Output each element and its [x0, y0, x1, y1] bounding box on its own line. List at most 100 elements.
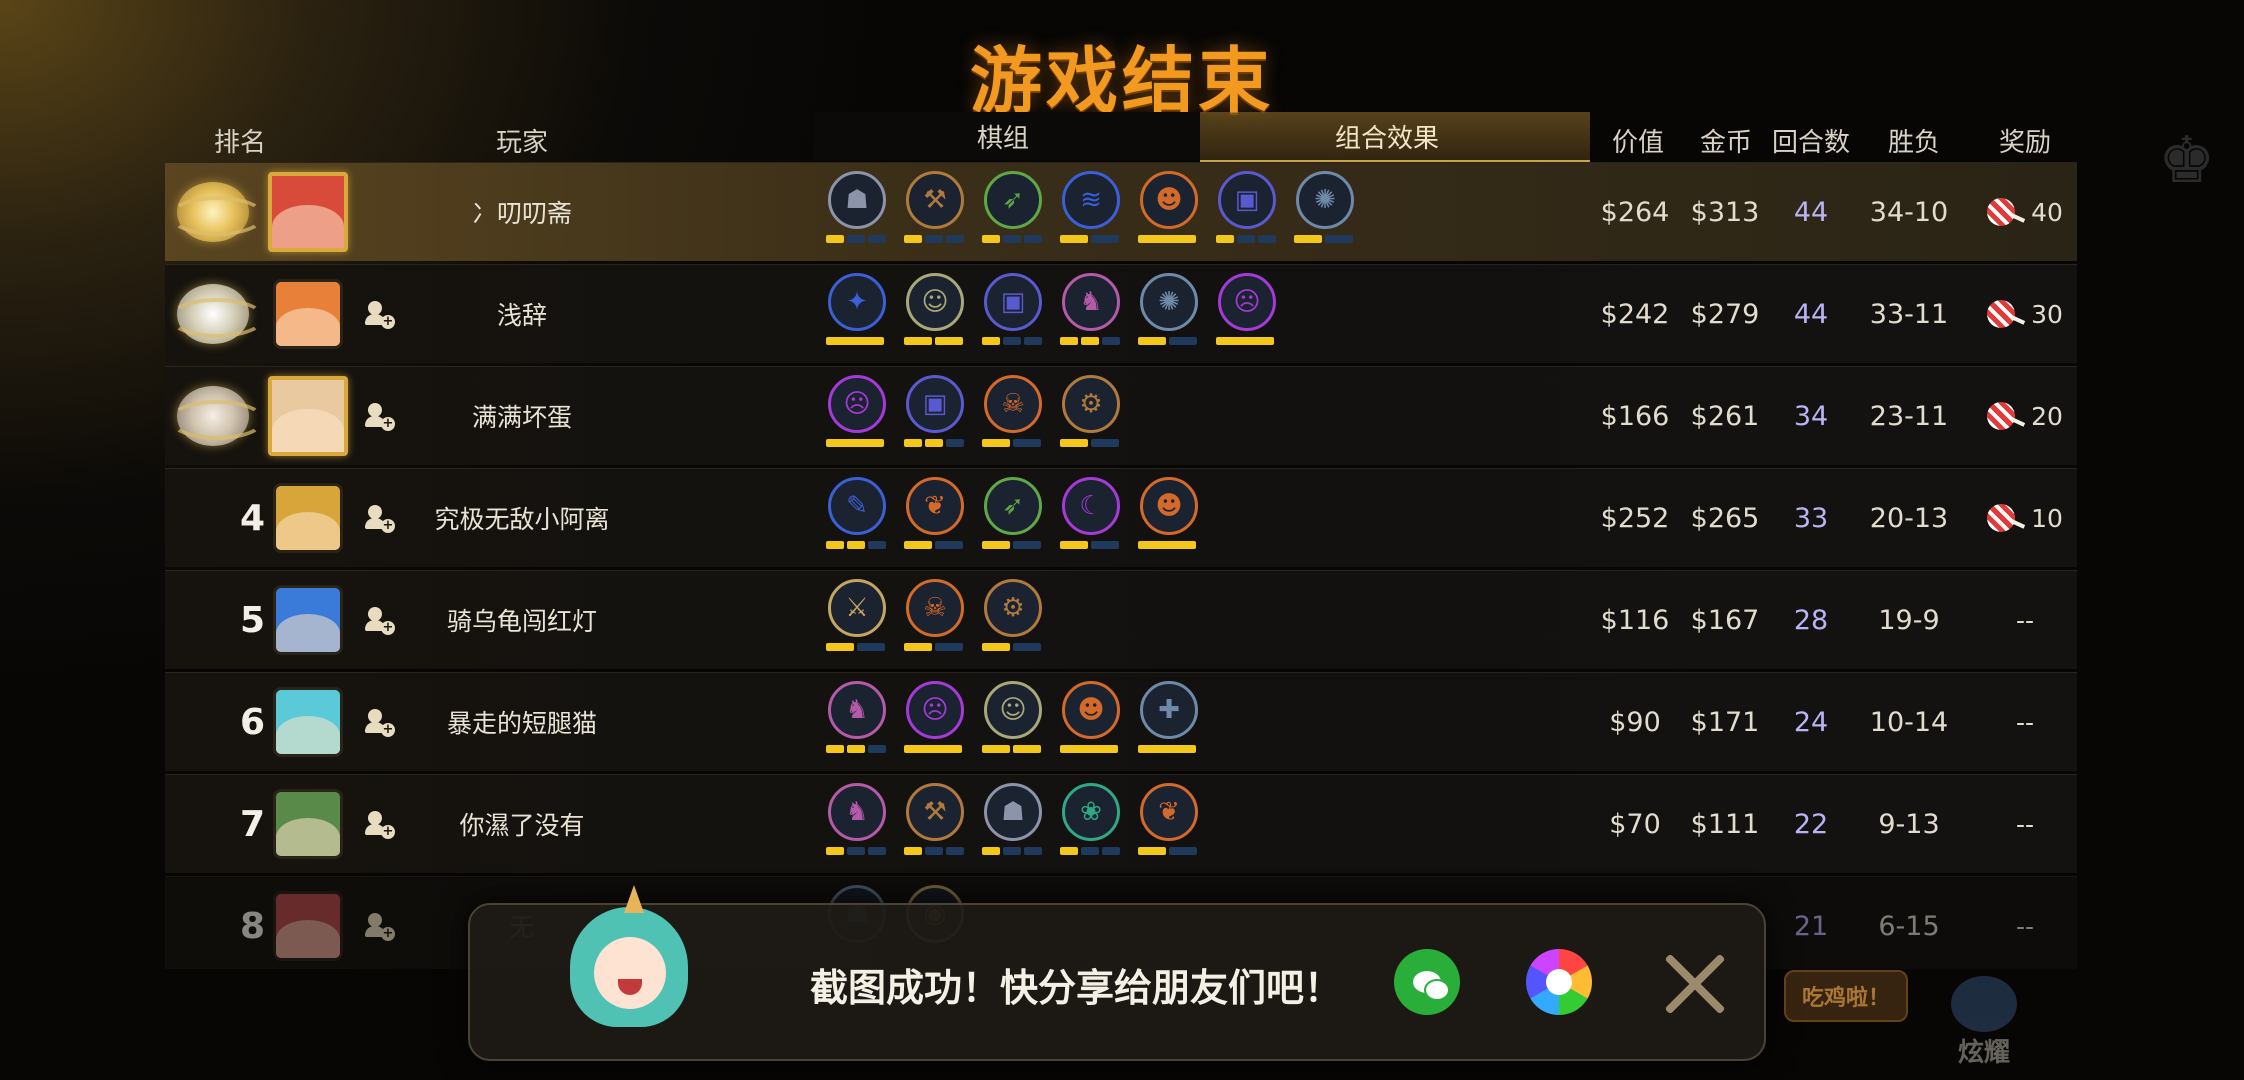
bow-icon: ➶ — [984, 171, 1042, 229]
avatar[interactable] — [267, 376, 348, 456]
win-loss-cell: 6-15 — [1878, 910, 1940, 942]
trait-badge[interactable]: ❦ — [1132, 783, 1210, 869]
table-row: + 满满坏蛋 ☹ ▣ ☠ ⚙ $166 $261 34 23-11 20 — [165, 366, 2077, 465]
reward-amount: -- — [2015, 707, 2035, 737]
trait-badge[interactable]: ➶ — [976, 477, 1054, 563]
pip-inactive — [1258, 235, 1276, 243]
toast-message: 截图成功！快分享给朋友们吧！ — [810, 966, 1343, 1010]
knight-icon: ♞ — [828, 681, 886, 739]
trait-level-pips — [904, 439, 964, 447]
trait-badge[interactable]: ⚒ — [898, 783, 976, 869]
trait-badge[interactable]: ☹ — [1210, 273, 1288, 359]
show-off-button[interactable]: 炫耀 — [1944, 976, 2024, 1068]
add-friend-icon[interactable]: + — [365, 401, 395, 431]
avatar[interactable] — [272, 585, 343, 655]
header-combo[interactable]: 组合效果 — [1335, 118, 1439, 155]
close-toast-button[interactable] — [1660, 949, 1730, 1019]
trait-badge[interactable]: ♞ — [1054, 273, 1132, 359]
trait-badge[interactable]: ▣ — [1210, 171, 1288, 257]
trait-badge[interactable]: ☗ — [820, 171, 898, 257]
trait-badge[interactable]: ✺ — [1288, 171, 1366, 257]
add-friend-icon[interactable]: + — [365, 605, 395, 635]
trait-level-pips — [1138, 235, 1196, 243]
trait-badge[interactable]: ❦ — [898, 477, 976, 563]
pip-inactive — [1003, 337, 1021, 345]
pip-active — [935, 337, 963, 345]
add-friend-icon[interactable]: + — [365, 299, 395, 329]
trait-badge[interactable]: ✺ — [1132, 273, 1210, 359]
pip-inactive — [946, 847, 964, 855]
trait-badge[interactable]: ≋ — [1054, 171, 1132, 257]
add-friend-icon[interactable]: + — [365, 707, 395, 737]
rank-number: 6 — [239, 701, 266, 743]
pip-active — [904, 541, 932, 549]
trait-badge[interactable]: ☠ — [898, 579, 976, 665]
rounds-cell: 28 — [1793, 604, 1829, 636]
rank-number: 4 — [239, 497, 266, 539]
trait-level-pips — [1060, 235, 1119, 243]
demon-book-icon: ▣ — [1218, 171, 1276, 229]
trait-badge[interactable]: ❀ — [1054, 783, 1132, 869]
gold-medal-icon — [168, 182, 265, 242]
trait-badge[interactable]: ✚ — [1132, 681, 1210, 767]
trait-level-pips — [1138, 337, 1197, 345]
trait-badge[interactable]: ☺ — [976, 681, 1054, 767]
pip-inactive — [946, 235, 964, 243]
pip-active — [1060, 541, 1088, 549]
trait-badge[interactable]: ☾ — [1054, 477, 1132, 563]
pip-inactive — [935, 541, 963, 549]
avatar[interactable] — [272, 687, 343, 757]
avatar[interactable] — [272, 891, 343, 961]
pip-active — [904, 745, 962, 753]
mascot-illustration — [570, 885, 690, 1053]
pip-active — [1013, 745, 1041, 753]
pip-active — [826, 847, 844, 855]
rank-number: 7 — [239, 803, 266, 845]
trait-level-pips — [826, 439, 884, 447]
trait-badge[interactable]: ♞ — [820, 681, 898, 767]
trait-badge[interactable]: ⚔ — [820, 579, 898, 665]
trait-badge[interactable]: ✦ — [820, 273, 898, 359]
wechat-share-button[interactable] — [1394, 949, 1460, 1015]
avatar[interactable] — [267, 172, 348, 252]
avatar[interactable] — [272, 789, 343, 859]
rank-cell — [165, 367, 265, 465]
trait-badge[interactable]: ☗ — [976, 783, 1054, 869]
value-cell: $264 — [1600, 196, 1670, 228]
trait-badge[interactable]: ☻ — [1132, 477, 1210, 563]
pip-inactive — [935, 643, 963, 651]
trait-badge[interactable]: ☹ — [898, 681, 976, 767]
trait-badge[interactable]: ☻ — [1054, 681, 1132, 767]
add-friend-icon[interactable]: + — [365, 809, 395, 839]
trait-level-pips — [982, 745, 1041, 753]
trait-badge[interactable]: ☺ — [898, 273, 976, 359]
pip-active — [1138, 337, 1166, 345]
avatar[interactable] — [272, 279, 343, 349]
reward-cell: 10 — [1987, 504, 2063, 533]
moments-share-button[interactable] — [1526, 949, 1592, 1015]
add-friend-icon[interactable]: + — [365, 503, 395, 533]
trait-badge[interactable]: ▣ — [898, 375, 976, 461]
trait-level-pips — [904, 745, 962, 753]
results-table: 冫叨叨斋 ☗ ⚒ ➶ ≋ ☻ ▣ ✺ $264 $313 44 34-10 40 + 浅辞 ✦ ☺ ▣ ♞ ✺ ☹ $24… — [165, 162, 2077, 972]
trait-badge[interactable]: ⚙ — [976, 579, 1054, 665]
trait-badge[interactable]: ⚙ — [1054, 375, 1132, 461]
pip-inactive — [847, 235, 865, 243]
header-pieces[interactable]: 棋组 — [977, 118, 1029, 155]
pip-active — [1216, 337, 1274, 345]
trait-badge[interactable]: ♞ — [820, 783, 898, 869]
claw-icon: ⚔ — [828, 579, 886, 637]
pip-inactive — [868, 541, 886, 549]
trait-badge[interactable]: ➶ — [976, 171, 1054, 257]
rounds-cell: 44 — [1793, 196, 1829, 228]
trait-badge[interactable]: ✎ — [820, 477, 898, 563]
pip-active — [1138, 235, 1196, 243]
trait-badge[interactable]: ⚒ — [898, 171, 976, 257]
add-friend-icon[interactable]: + — [365, 911, 395, 941]
trait-badge[interactable]: ☹ — [820, 375, 898, 461]
trait-badge[interactable]: ☠ — [976, 375, 1054, 461]
trait-badge[interactable]: ☻ — [1132, 171, 1210, 257]
chiji-badge[interactable]: 吃鸡啦！ — [1784, 970, 1908, 1022]
trait-badge[interactable]: ▣ — [976, 273, 1054, 359]
avatar[interactable] — [272, 483, 343, 553]
